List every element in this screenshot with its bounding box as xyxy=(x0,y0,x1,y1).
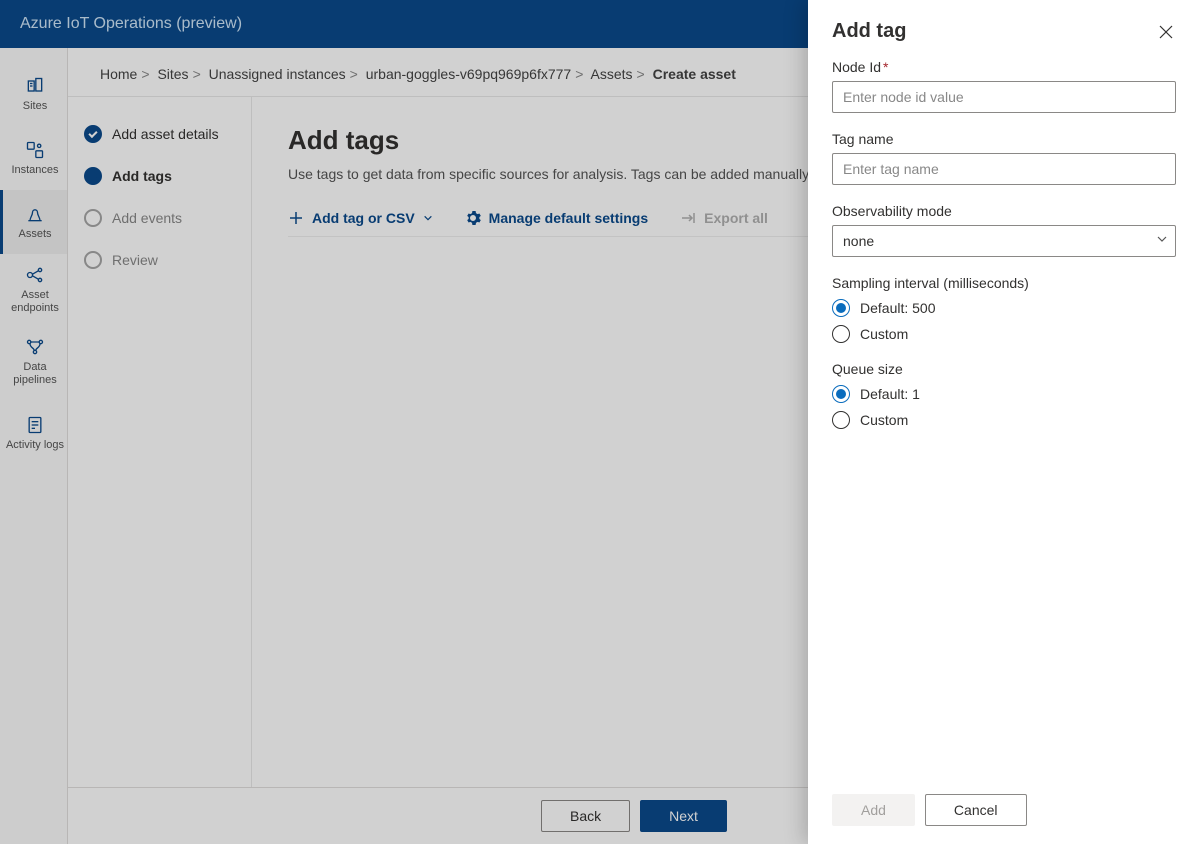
sampling-default-radio[interactable]: Default: 500 xyxy=(832,299,1176,317)
cancel-button[interactable]: Cancel xyxy=(925,794,1027,826)
radio-unchecked-icon xyxy=(832,325,850,343)
radio-label: Default: 1 xyxy=(860,386,920,402)
queue-size-label: Queue size xyxy=(832,361,1176,377)
radio-label: Custom xyxy=(860,326,908,342)
required-indicator: * xyxy=(883,59,888,75)
sampling-custom-radio[interactable]: Custom xyxy=(832,325,1176,343)
flyout-footer: Add Cancel xyxy=(808,780,1200,844)
sampling-interval-label: Sampling interval (milliseconds) xyxy=(832,275,1176,291)
queue-default-radio[interactable]: Default: 1 xyxy=(832,385,1176,403)
add-tag-flyout: Add tag Node Id* Tag name Observability … xyxy=(808,0,1200,844)
flyout-body: Node Id* Tag name Observability mode non… xyxy=(808,51,1200,780)
radio-label: Custom xyxy=(860,412,908,428)
radio-checked-icon xyxy=(832,299,850,317)
observability-mode-label: Observability mode xyxy=(832,203,1176,219)
close-icon xyxy=(1159,25,1173,39)
close-button[interactable] xyxy=(1156,22,1176,42)
flyout-header: Add tag xyxy=(808,0,1200,51)
tag-name-input[interactable] xyxy=(832,153,1176,185)
queue-custom-radio[interactable]: Custom xyxy=(832,411,1176,429)
node-id-label: Node Id* xyxy=(832,59,1176,75)
radio-unchecked-icon xyxy=(832,411,850,429)
radio-label: Default: 500 xyxy=(860,300,936,316)
tag-name-label: Tag name xyxy=(832,131,1176,147)
node-id-input[interactable] xyxy=(832,81,1176,113)
observability-mode-select[interactable]: none xyxy=(832,225,1176,257)
add-button[interactable]: Add xyxy=(832,794,915,826)
flyout-title: Add tag xyxy=(832,20,906,43)
radio-checked-icon xyxy=(832,385,850,403)
